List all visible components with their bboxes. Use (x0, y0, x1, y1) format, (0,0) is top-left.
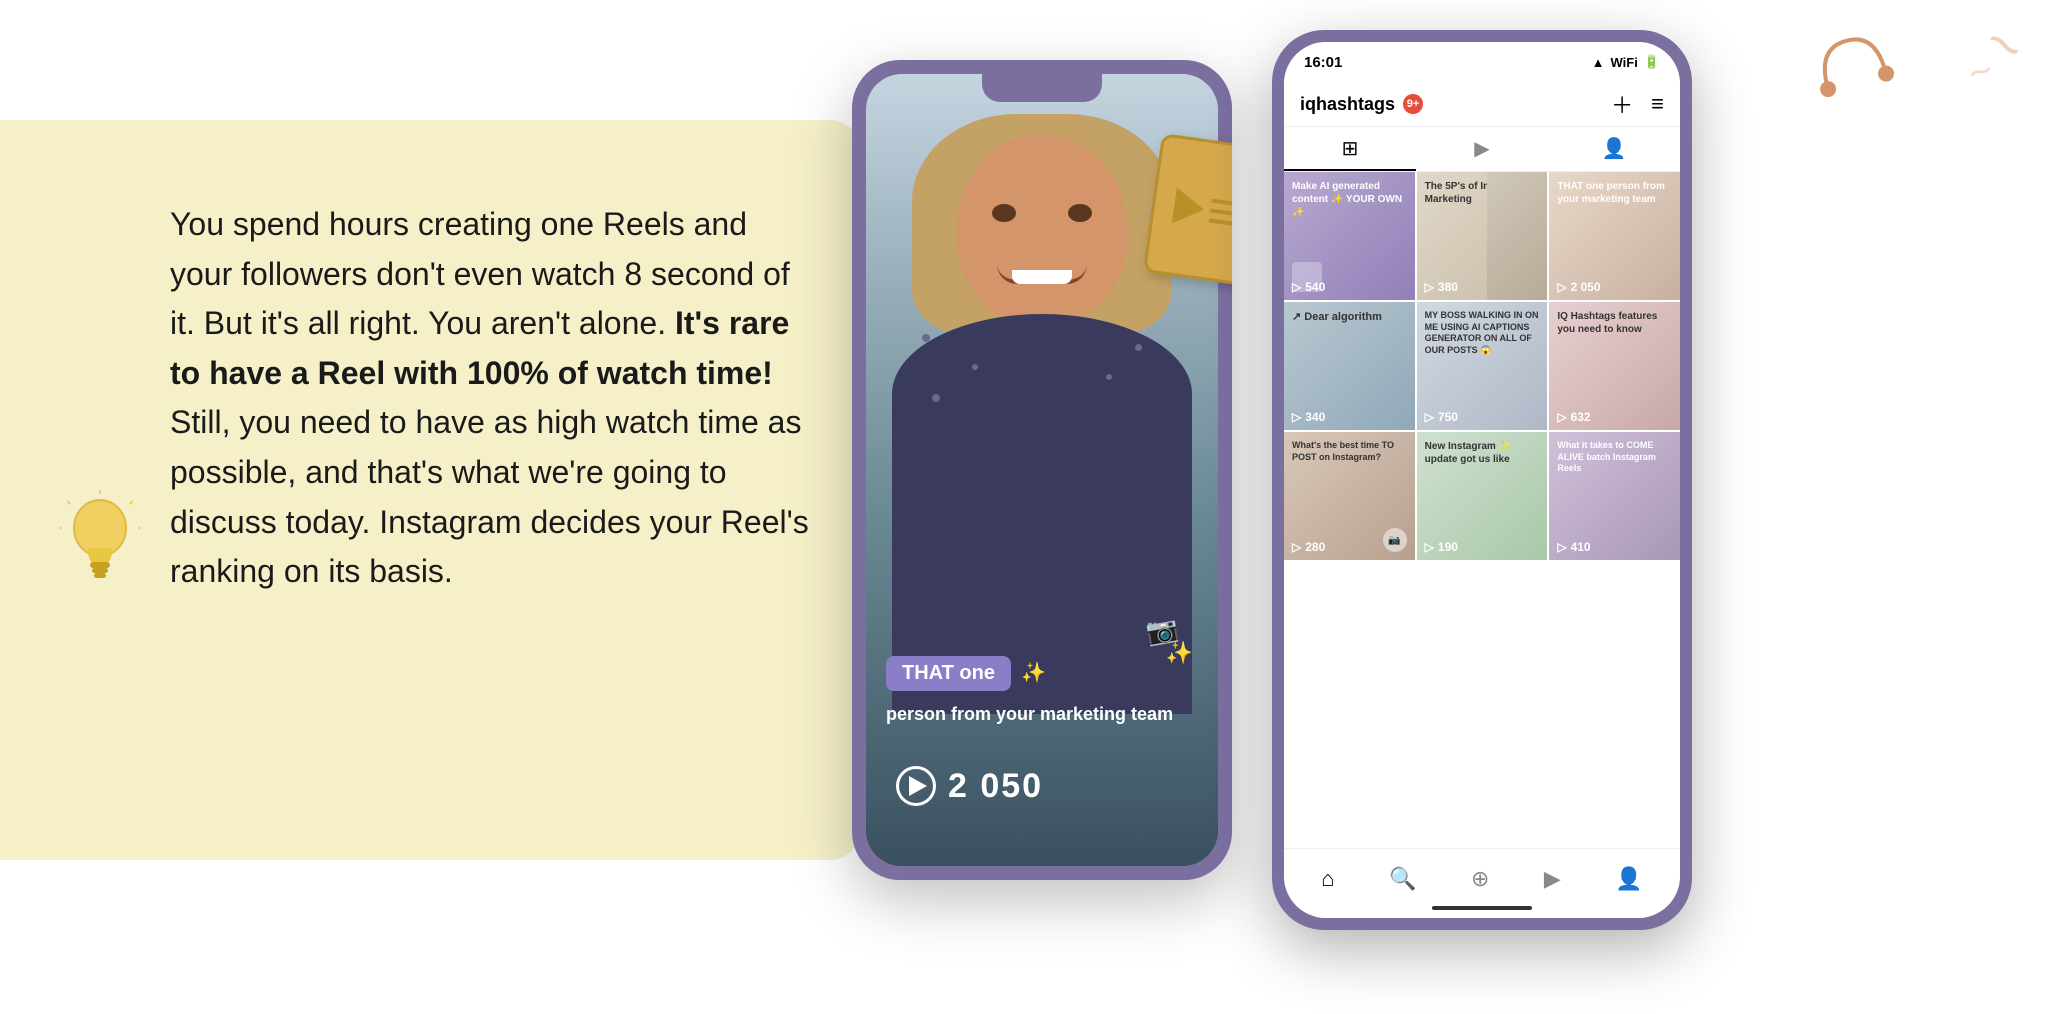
gi7-count-text: 280 (1305, 540, 1325, 554)
gi1-count-text: 540 (1305, 280, 1325, 294)
tab-tagged[interactable]: 👤 (1548, 127, 1680, 171)
status-icons: ▲ WiFi 🔋 (1592, 54, 1660, 70)
gi8-count: ▷ 190 (1425, 540, 1458, 554)
gi7-play-icon: ▷ (1292, 540, 1301, 554)
ig-header: iqhashtags 9+ ＋ ≡ (1284, 82, 1680, 127)
view-count: 2 050 (948, 767, 1043, 806)
tab-reels[interactable]: ▶ (1416, 127, 1548, 171)
nav-add-icon[interactable]: ⊕ (1471, 866, 1489, 892)
gi4-text: ↗ Dear algorithm (1292, 310, 1407, 324)
ig-grid: Make AI generated content ✨ YOUR OWN ✨ ▷… (1284, 172, 1680, 560)
ig-username-text: iqhashtags (1300, 94, 1395, 115)
grid-item-5[interactable]: MY BOSS WALKING IN ON ME USING AI CAPTIO… (1417, 302, 1548, 430)
gi9-count-text: 410 (1571, 540, 1591, 554)
gi8-play-icon: ▷ (1425, 540, 1434, 554)
play-count-bar: 2 050 (896, 766, 1043, 806)
grid-item-9[interactable]: What it takes to COME ALIVE batch Instag… (1549, 432, 1680, 560)
play-triangle-icon (909, 776, 927, 796)
gi2-right (1487, 172, 1547, 300)
gi1-text: Make AI generated content ✨ YOUR OWN ✨ (1292, 180, 1407, 219)
gi9-count: ▷ 410 (1557, 540, 1590, 554)
left-text-section: You spend hours creating one Reels and y… (60, 200, 810, 597)
phone-1-reel: ✨ 📷 THAT one ✨ person from your marketin… (852, 60, 1232, 880)
gi5-text: MY BOSS WALKING IN ON ME USING AI CAPTIO… (1425, 310, 1540, 357)
battery-icon: 🔋 (1644, 54, 1660, 70)
gi7-text: What's the best time TO POST on Instagra… (1292, 440, 1407, 463)
grid-item-8[interactable]: New Instagram ✨ update got us like ▷ 190 (1417, 432, 1548, 560)
gi4-count: ▷ 340 (1292, 410, 1325, 424)
play-button[interactable] (896, 766, 936, 806)
notification-badge: 9+ (1403, 94, 1423, 114)
gi4-play-icon: ▷ (1292, 410, 1301, 424)
video-overlay-text: THAT one ✨ person from your marketing te… (886, 656, 1198, 726)
phones-area: ✨ 📷 THAT one ✨ person from your marketin… (792, 0, 2052, 1014)
gi6-text: IQ Hashtags features you need to know (1557, 310, 1672, 336)
bulb-icon (60, 490, 140, 590)
gi2-count-text: 380 (1438, 280, 1458, 294)
gi2-count: ▷ 380 (1425, 280, 1458, 294)
face (957, 134, 1127, 324)
that-one-label: THAT one (886, 656, 1011, 691)
sticker-play-icon (1172, 188, 1207, 228)
text-part2: Still, you need to have as high watch ti… (170, 404, 809, 589)
gi6-count: ▷ 632 (1557, 410, 1590, 424)
gi7-count: ▷ 280 (1292, 540, 1325, 554)
gi5-count-text: 750 (1438, 410, 1458, 424)
nav-profile-icon[interactable]: 👤 (1615, 866, 1642, 892)
phone-2-instagram: 16:01 ▲ WiFi 🔋 iqhashtags 9+ ＋ ≡ (1272, 30, 1692, 930)
gi6-count-text: 632 (1571, 410, 1591, 424)
gi2-play-icon: ▷ (1425, 280, 1434, 294)
gi5-play-icon: ▷ (1425, 410, 1434, 424)
grid-item-3[interactable]: THAT one person from your marketing team… (1549, 172, 1680, 300)
gi9-play-icon: ▷ (1557, 540, 1566, 554)
grid-item-4[interactable]: ↗ Dear algorithm ▷ 340 (1284, 302, 1415, 430)
status-bar: 16:01 ▲ WiFi 🔋 (1284, 42, 1680, 82)
grid-item-2[interactable]: The 5P's of Instagram Marketing ▷ 380 (1417, 172, 1548, 300)
home-indicator (1432, 906, 1532, 910)
gi7-ig-icon: 📷 (1383, 528, 1407, 552)
person-marketing-text: person from your marketing team (886, 703, 1198, 726)
status-time: 16:01 (1304, 54, 1342, 71)
menu-icon[interactable]: ≡ (1651, 91, 1664, 117)
nav-search-icon[interactable]: 🔍 (1389, 866, 1416, 892)
phone1-notch (982, 74, 1102, 102)
grid-item-6[interactable]: IQ Hashtags features you need to know ▷ … (1549, 302, 1680, 430)
gi6-play-icon: ▷ (1557, 410, 1566, 424)
grid-item-1[interactable]: Make AI generated content ✨ YOUR OWN ✨ ▷… (1284, 172, 1415, 300)
gi3-play-icon: ▷ (1557, 280, 1566, 294)
gi9-text: What it takes to COME ALIVE batch Instag… (1557, 440, 1672, 475)
gi4-count-text: 340 (1305, 410, 1325, 424)
main-paragraph: You spend hours creating one Reels and y… (170, 200, 810, 597)
add-post-icon[interactable]: ＋ (1611, 88, 1633, 120)
signal-icon: ▲ (1592, 55, 1605, 70)
gi3-count-text: 2 050 (1571, 280, 1601, 294)
wifi-icon: WiFi (1610, 55, 1637, 70)
gi3-count: ▷ 2 050 (1557, 280, 1600, 294)
deco-earphones (1805, 21, 1899, 104)
gi8-count-text: 190 (1438, 540, 1458, 554)
ig-header-icons: ＋ ≡ (1611, 88, 1664, 120)
ig-username-area: iqhashtags 9+ (1300, 94, 1423, 115)
gi8-text: New Instagram ✨ update got us like (1425, 440, 1540, 466)
ig-tab-bar: ⊞ ▶ 👤 (1284, 127, 1680, 172)
body (892, 314, 1192, 714)
gi1-count: ▷ 540 (1292, 280, 1325, 294)
tab-grid[interactable]: ⊞ (1284, 127, 1416, 171)
gi3-text: THAT one person from your marketing team (1557, 180, 1672, 206)
grid-item-7[interactable]: What's the best time TO POST on Instagra… (1284, 432, 1415, 560)
gi5-count: ▷ 750 (1425, 410, 1458, 424)
gi1-play-icon: ▷ (1292, 280, 1301, 294)
nav-reels-icon[interactable]: ▶ (1544, 866, 1561, 892)
nav-home-icon[interactable]: ⌂ (1321, 866, 1334, 892)
camera-sticker: 📷 (1143, 612, 1180, 648)
